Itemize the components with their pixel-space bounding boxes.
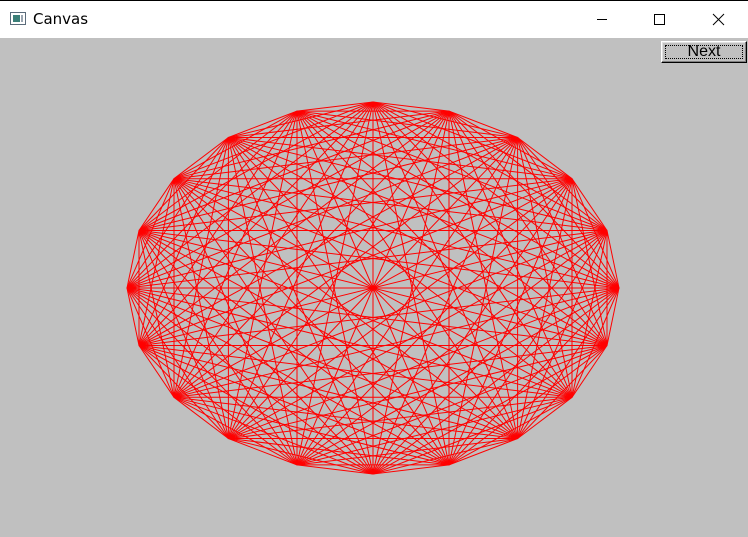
graph-edge bbox=[372, 101, 608, 231]
close-icon bbox=[712, 13, 725, 26]
graph-edge bbox=[296, 230, 608, 466]
next-button[interactable]: Next bbox=[661, 41, 747, 63]
graph-edge bbox=[517, 230, 608, 439]
minimize-icon bbox=[597, 19, 607, 20]
graph-edge bbox=[173, 110, 298, 180]
complete-graph-figure bbox=[126, 101, 620, 475]
graph-edge bbox=[296, 110, 573, 180]
app-window: Canvas Next bbox=[0, 0, 748, 537]
graph-edge bbox=[126, 230, 608, 289]
maximize-icon bbox=[654, 14, 665, 25]
close-button[interactable] bbox=[689, 1, 747, 38]
graph-edge bbox=[296, 137, 519, 466]
minimize-button[interactable] bbox=[573, 1, 631, 38]
title-bar[interactable]: Canvas bbox=[0, 0, 748, 38]
graph-edge bbox=[372, 101, 620, 289]
next-button-label: Next bbox=[687, 43, 721, 60]
drawing-canvas[interactable] bbox=[0, 38, 748, 537]
graph-edge bbox=[126, 178, 573, 289]
window-title: Canvas bbox=[33, 10, 89, 28]
window-app-icon[interactable] bbox=[10, 12, 26, 25]
maximize-button[interactable] bbox=[631, 1, 689, 38]
edge-group bbox=[126, 101, 620, 475]
graph-edge bbox=[448, 110, 573, 180]
graph-edge bbox=[126, 101, 374, 289]
graph-edge bbox=[228, 178, 573, 439]
graph-edge bbox=[138, 110, 450, 346]
graph-edge bbox=[372, 287, 620, 475]
graph-edge bbox=[126, 287, 374, 475]
